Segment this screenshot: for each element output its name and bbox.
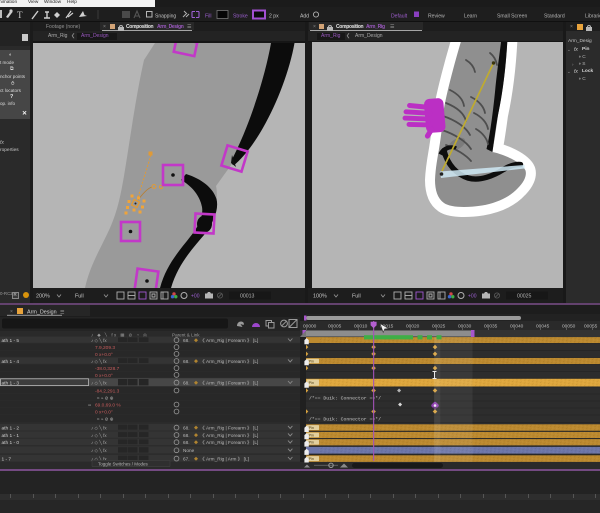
svg-text:♪ ◇ ╲ fx: ♪ ◇ ╲ fx [91, 439, 107, 446]
svg-text:《 Arm_Rig | Forearm 》 [L]: 《 Arm_Rig | Forearm 》 [L] [200, 359, 258, 364]
svg-text:0 x+0.0°: 0 x+0.0° [95, 352, 113, 358]
svg-text:Toggle Switches / Modes: Toggle Switches / Modes [98, 461, 149, 466]
svg-text:68.: 68. [183, 440, 190, 445]
svg-text:-84.2,291.3: -84.2,291.3 [95, 388, 120, 394]
svg-text:00000: 00000 [303, 324, 317, 330]
svg-text:Libraries: Libraries [585, 14, 600, 20]
svg-text:Fill: Fill [205, 14, 212, 20]
svg-text:00025: 00025 [517, 294, 532, 300]
svg-text:68.: 68. [183, 381, 190, 386]
svg-text:00010: 00010 [354, 324, 368, 330]
svg-text:《 Arm_Rig | Forearm 》 [L]: 《 Arm_Rig | Forearm 》 [L] [200, 338, 258, 343]
svg-text:ath 1 - 2: ath 1 - 2 [2, 425, 20, 431]
svg-text:200%: 200% [36, 294, 50, 300]
svg-text:Small Screen: Small Screen [497, 14, 527, 20]
svg-text:Full: Full [352, 294, 361, 300]
svg-text:《 Arm_Rig | Forearm 》 [L]: 《 Arm_Rig | Forearm 》 [L] [200, 425, 258, 430]
svg-text:《 Arm_Rig | Forearm 》 [L]: 《 Arm_Rig | Forearm 》 [L] [200, 381, 258, 386]
svg-text:Learn: Learn [464, 14, 477, 20]
svg-text:7.9,209.3: 7.9,209.3 [95, 345, 115, 351]
svg-text:00055: 00055 [584, 324, 598, 330]
svg-text:67.: 67. [183, 457, 190, 462]
svg-text:00045: 00045 [536, 324, 550, 330]
svg-text:100%: 100% [313, 294, 327, 300]
svg-text:《 Arm_Rig | Forearm 》 [L]: 《 Arm_Rig | Forearm 》 [L] [200, 433, 258, 438]
svg-text:00013: 00013 [240, 294, 255, 300]
svg-text:68.: 68. [183, 433, 190, 438]
svg-text:Pin: Pin [309, 441, 314, 445]
svg-text:♪ ◇ ╲ fx: ♪ ◇ ╲ fx [91, 424, 107, 431]
svg-text:68.: 68. [183, 425, 190, 430]
svg-text:Standard: Standard [544, 14, 565, 20]
svg-text:♪ ◇ ╲ fx: ♪ ◇ ╲ fx [91, 337, 107, 344]
svg-text:♪ ◇ ╲ fx: ♪ ◇ ╲ fx [91, 358, 107, 365]
svg-text:+00: +00 [191, 294, 200, 300]
svg-text:☰: ☰ [60, 310, 65, 316]
svg-text:×: × [10, 309, 13, 315]
svg-text:Stroke: Stroke [233, 14, 248, 20]
svg-text:Default: Default [391, 14, 408, 20]
svg-text:0 x+0.0°: 0 x+0.0° [95, 409, 113, 415]
svg-text:+00: +00 [468, 294, 477, 300]
svg-text:00035: 00035 [484, 324, 498, 330]
svg-text:/*== Duik: Connector ==*/: /*== Duik: Connector ==*/ [309, 417, 381, 423]
svg-text:≈ ⌁ ⊘ ⊕: ≈ ⌁ ⊘ ⊕ [97, 417, 114, 422]
svg-text:Snapping: Snapping [155, 13, 176, 19]
svg-text:Pin: Pin [309, 426, 314, 430]
svg-text:Review: Review [428, 14, 445, 20]
svg-text:00025: 00025 [432, 324, 446, 330]
svg-text:Pin: Pin [309, 381, 314, 385]
svg-text:68.: 68. [183, 338, 190, 343]
svg-text:/*== Duik: Connector ==*/: /*== Duik: Connector ==*/ [309, 395, 381, 401]
svg-text:T: T [17, 10, 23, 20]
svg-text:1 - 7: 1 - 7 [2, 457, 12, 463]
svg-text:-38.0,328.7: -38.0,328.7 [95, 366, 120, 372]
svg-text:≈ ⌁ ⊘ ⊕: ≈ ⌁ ⊘ ⊕ [97, 395, 114, 400]
svg-text:♪ ◇ ╲ fx: ♪ ◇ ╲ fx [91, 380, 107, 387]
svg-text:Full: Full [75, 294, 84, 300]
svg-text:2 px: 2 px [269, 14, 279, 20]
svg-text:Pin: Pin [309, 457, 314, 461]
svg-text:♪ ◇ ╲ fx: ♪ ◇ ╲ fx [91, 432, 107, 439]
svg-text:00050: 00050 [562, 324, 576, 330]
svg-text:00005: 00005 [328, 324, 342, 330]
svg-text:None: None [183, 448, 195, 453]
svg-text:Pin: Pin [309, 359, 314, 363]
svg-text:Pin: Pin [309, 433, 314, 437]
svg-text:Add: Add [300, 14, 309, 20]
svg-text:《 Arm_Rig | Arm 》 [L]: 《 Arm_Rig | Arm 》 [L] [200, 457, 249, 462]
svg-text:Arm_Design: Arm_Design [27, 310, 57, 316]
svg-text:ath 1 - 0: ath 1 - 0 [2, 440, 20, 446]
svg-text:0 x+0.0°: 0 x+0.0° [95, 373, 113, 379]
svg-text:00030: 00030 [458, 324, 472, 330]
svg-text:ath 1 - 1: ath 1 - 1 [2, 433, 20, 439]
svg-text:《 Arm_Rig | Forearm 》 [L]: 《 Arm_Rig | Forearm 》 [L] [200, 440, 258, 445]
svg-text:ath 1 - 5: ath 1 - 5 [2, 338, 20, 344]
svg-text:69.0,69.0 %: 69.0,69.0 % [95, 402, 121, 408]
svg-text:00020: 00020 [406, 324, 420, 330]
svg-text:♪ ◇ ╲ fx: ♪ ◇ ╲ fx [91, 447, 107, 454]
svg-text:00040: 00040 [510, 324, 524, 330]
svg-text:68.: 68. [183, 359, 190, 364]
svg-text:∞: ∞ [88, 402, 91, 407]
svg-text:ath 1 - 3: ath 1 - 3 [2, 381, 20, 387]
svg-text:ath 1 - 4: ath 1 - 4 [2, 359, 20, 365]
